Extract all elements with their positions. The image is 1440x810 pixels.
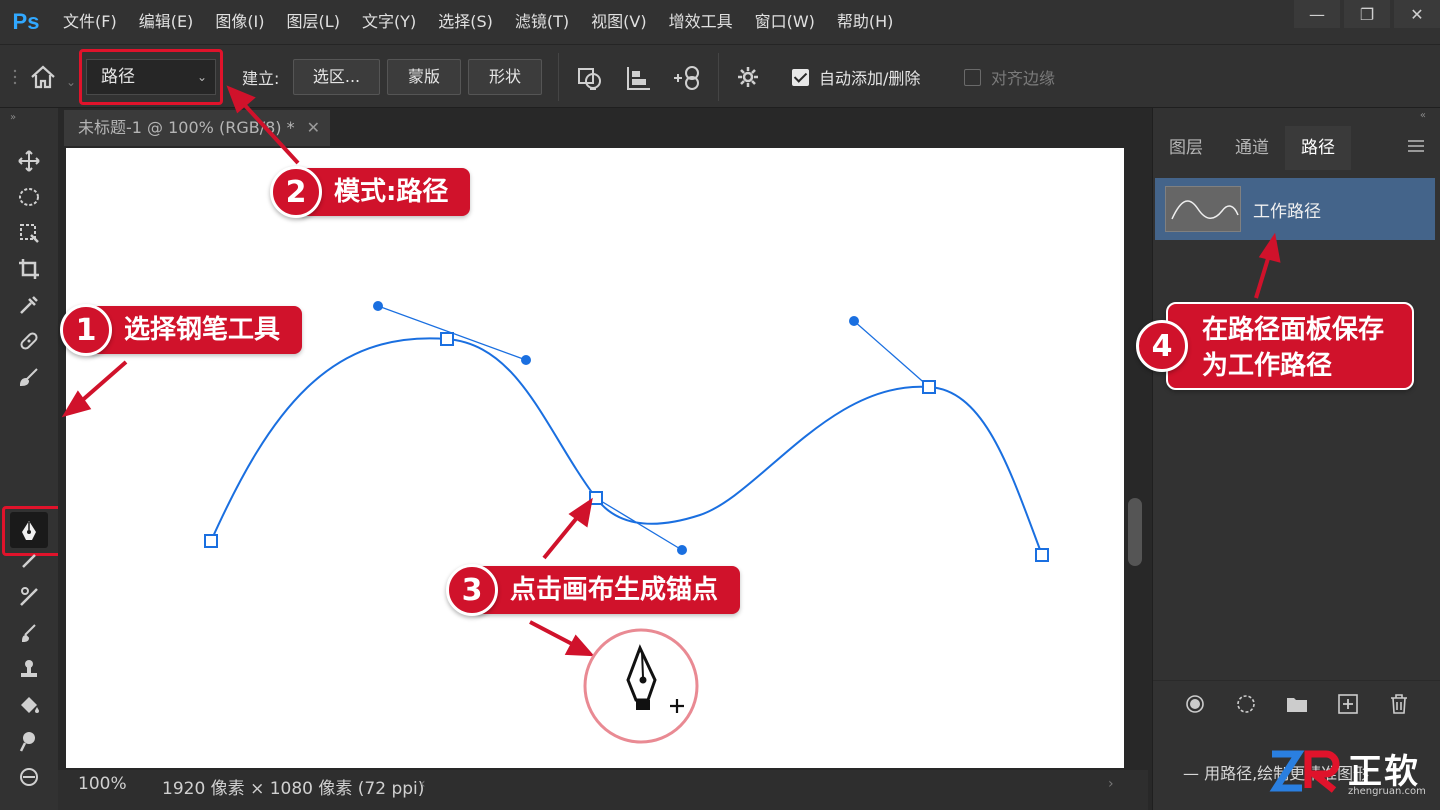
work-path-item[interactable]: 工作路径 xyxy=(1155,178,1435,240)
chevron-left-icon[interactable]: ‹ xyxy=(420,776,426,792)
options-bar: ⌄ 路径 ⌄ 建立: 选区... 蒙版 形状 自动添加/删除 对齐边缘 xyxy=(0,44,1440,108)
menu-item[interactable]: 编辑(E) xyxy=(128,0,205,44)
path-operations-icon[interactable] xyxy=(576,63,606,97)
smudge-tool-icon[interactable] xyxy=(14,762,44,792)
menu-item[interactable]: 图层(L) xyxy=(276,0,351,44)
fill-path-icon[interactable] xyxy=(1183,692,1207,716)
watermark-url: zhengruan.com xyxy=(1348,786,1426,797)
folder-icon[interactable] xyxy=(1285,692,1309,716)
panel-tab[interactable]: 路径 xyxy=(1285,126,1351,170)
menu-bar: Ps 文件(F) 编辑(E) 图像(I) 图层(L) 文字(Y) 选择(S) 滤镜(T) 视图… xyxy=(0,0,1440,44)
paths-panel: « 图层 通道 路径 工作路径 — 用路径,绘制更精准图形 xyxy=(1152,108,1440,810)
callout-number: 4 xyxy=(1136,320,1188,372)
path-alignment-icon[interactable] xyxy=(624,63,654,97)
make-shape-button[interactable]: 形状 xyxy=(468,59,542,95)
divider xyxy=(558,53,559,101)
callout-number: 1 xyxy=(60,304,112,356)
make-selection-button[interactable]: 选区... xyxy=(293,59,380,95)
callout-text: 点击画布生成锚点 xyxy=(476,566,741,614)
watermark-logo-icon xyxy=(1269,750,1340,793)
canvas[interactable] xyxy=(66,148,1124,768)
crop-tool-icon[interactable] xyxy=(14,254,44,284)
callout-text: 选择钢笔工具 xyxy=(90,306,303,354)
eraser-tool-icon[interactable] xyxy=(14,618,44,648)
chevron-right-icon[interactable]: › xyxy=(1108,776,1114,792)
tool-preset-chevron-icon[interactable]: ⌄ xyxy=(66,75,76,89)
panel-menu-icon[interactable] xyxy=(1408,138,1424,157)
make-mask-button[interactable]: 蒙版 xyxy=(387,59,461,95)
home-icon[interactable] xyxy=(28,63,58,91)
menu-item[interactable]: 图像(I) xyxy=(204,0,275,44)
callout-text: 模式:路径 xyxy=(300,168,471,216)
menu-item[interactable]: 视图(V) xyxy=(580,0,657,44)
menu-item[interactable]: 窗口(W) xyxy=(744,0,826,44)
menu-item[interactable]: 增效工具 xyxy=(658,0,744,44)
watermark: 正软 zhengruan.com xyxy=(1268,744,1438,804)
window-controls: — ❐ ✕ xyxy=(1290,0,1440,28)
align-edges-label: 对齐边缘 xyxy=(991,69,1056,88)
restore-icon[interactable]: ❐ xyxy=(1344,0,1390,28)
add-path-icon[interactable] xyxy=(1336,692,1360,716)
move-tool-icon[interactable] xyxy=(14,146,44,176)
divider xyxy=(718,53,719,101)
close-icon[interactable]: ✕ xyxy=(307,110,320,146)
dodge-tool-icon[interactable] xyxy=(14,726,44,756)
tools-panel: » xyxy=(0,108,62,810)
vertical-scrollbar[interactable] xyxy=(1128,498,1142,566)
healing-brush-tool-icon[interactable] xyxy=(14,326,44,356)
make-label: 建立: xyxy=(242,69,280,88)
paint-bucket-tool-icon[interactable] xyxy=(14,690,44,720)
auto-add-delete-checkbox[interactable]: 自动添加/删除 xyxy=(792,65,920,89)
brush-tool-icon[interactable] xyxy=(14,362,44,392)
elliptical-marquee-tool-icon[interactable] xyxy=(14,182,44,212)
stamp-tool-icon[interactable] xyxy=(14,654,44,684)
document-tab[interactable]: 未标题-1 @ 100% (RGB/8) * ✕ xyxy=(64,110,330,146)
checkbox-checked-icon xyxy=(792,68,809,86)
gear-icon[interactable] xyxy=(736,65,762,95)
callout-number: 2 xyxy=(270,166,322,218)
menu-item[interactable]: 滤镜(T) xyxy=(504,0,580,44)
panel-footer xyxy=(1153,680,1440,726)
status-bar: 100% 1920 像素 × 1080 像素 (72 ppi) ‹ › xyxy=(58,770,1148,810)
stroke-path-icon[interactable] xyxy=(1234,692,1258,716)
history-brush-tool-icon[interactable] xyxy=(14,582,44,612)
callout-text: 在路径面板保存 为工作路径 xyxy=(1166,302,1414,390)
collapse-arrows-icon[interactable]: » xyxy=(10,112,16,123)
auto-add-delete-label: 自动添加/删除 xyxy=(819,69,921,88)
callout-number: 3 xyxy=(446,564,498,616)
mode-highlight-box xyxy=(79,49,223,105)
menu-item[interactable]: 文件(F) xyxy=(52,0,128,44)
grip-icon xyxy=(12,65,18,89)
object-selection-tool-icon[interactable] xyxy=(14,218,44,248)
callout-3: 3 点击画布生成锚点 xyxy=(446,564,741,616)
work-path-label: 工作路径 xyxy=(1253,202,1321,222)
panel-tab[interactable]: 通道 xyxy=(1219,126,1285,170)
align-edges-checkbox[interactable]: 对齐边缘 xyxy=(964,65,1055,89)
callout-4: 4 在路径面板保存 为工作路径 xyxy=(1136,302,1414,390)
trash-icon[interactable] xyxy=(1387,692,1411,716)
eyedropper-tool-icon[interactable] xyxy=(14,290,44,320)
callout-2: 2 模式:路径 xyxy=(270,166,471,218)
path-thumbnail xyxy=(1165,186,1241,232)
callout-1: 1 选择钢笔工具 xyxy=(60,304,303,356)
clone-stamp-tool-icon[interactable] xyxy=(14,546,44,576)
path-arrangement-icon[interactable] xyxy=(672,63,704,97)
minimize-icon[interactable]: — xyxy=(1294,0,1340,28)
panel-tabs: 图层 通道 路径 xyxy=(1153,126,1440,170)
callout-text-line2: 为工作路径 xyxy=(1202,351,1333,381)
menu-items: 文件(F) 编辑(E) 图像(I) 图层(L) 文字(Y) 选择(S) 滤镜(T) 视图(V)… xyxy=(52,0,904,44)
document-title: 未标题-1 @ 100% (RGB/8) * xyxy=(78,118,295,137)
panel-tab[interactable]: 图层 xyxy=(1153,126,1219,170)
photoshop-logo: Ps xyxy=(12,9,40,34)
close-icon[interactable]: ✕ xyxy=(1394,0,1440,28)
checkbox-unchecked-icon xyxy=(964,68,981,86)
menu-item[interactable]: 选择(S) xyxy=(427,0,504,44)
document-size: 1920 像素 × 1080 像素 (72 ppi) xyxy=(162,779,425,799)
zoom-level[interactable]: 100% xyxy=(78,774,127,794)
menu-item[interactable]: 帮助(H) xyxy=(826,0,905,44)
callout-text-line1: 在路径面板保存 xyxy=(1202,315,1385,345)
collapse-arrows-icon[interactable]: « xyxy=(1420,110,1426,121)
menu-item[interactable]: 文字(Y) xyxy=(351,0,427,44)
